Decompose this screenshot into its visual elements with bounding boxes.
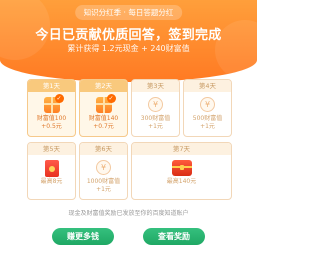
day-card-1[interactable]: 第1天 ✓ 财富值100 +0.5元 [27, 79, 76, 137]
check-icon: ✓ [54, 94, 64, 103]
reward-points: 500财富值 [192, 115, 223, 122]
reward-cash: +0.5元 [41, 122, 62, 130]
reward-summary: 累计获得 1.2元现金 + 240财富值 [67, 44, 190, 53]
day-card-3[interactable]: 第3天 ¥ 300财富值 +1元 [131, 79, 180, 137]
day-label: 第7天 [132, 143, 231, 155]
day-card-2[interactable]: 第2天 ✓ 财富值140 +0.7元 [79, 79, 128, 137]
reward-cash: 最高140元 [166, 178, 197, 185]
reward-points: 1000财富值 [86, 178, 121, 185]
treasure-chest-icon [171, 160, 192, 176]
reward-cash: 最高8元 [40, 178, 63, 185]
day-card-4[interactable]: 第4天 ¥ 500财富值 +1元 [183, 79, 232, 137]
reward-points: 300财富值 [140, 115, 171, 122]
reward-cash: +1元 [200, 122, 215, 130]
day-label: 第1天 [28, 80, 75, 92]
reward-cash: +0.7元 [93, 122, 114, 130]
header-banner: 知识分红季 · 每日答题分红 今日已贡献优质回答，签到完成 累计获得 1.2元现… [0, 0, 257, 82]
view-rewards-button[interactable]: 查看奖励 [143, 228, 205, 245]
day-card-5[interactable]: 第5天 最高8元 [27, 142, 76, 200]
day-label: 第3天 [132, 80, 179, 92]
reward-points: 财富值100 [36, 115, 67, 122]
reward-cash: +1元 [96, 185, 111, 193]
page-title: 今日已贡献优质回答，签到完成 [35, 28, 222, 43]
day-label: 第5天 [28, 143, 75, 155]
event-pill: 知识分红季 · 每日答题分红 [74, 5, 183, 20]
reward-footnote: 现金及财富值奖励已发放至你的百度知道账户 [68, 210, 189, 217]
day-label: 第4天 [184, 80, 231, 92]
answer-more-button[interactable]: 赚更多钱 [52, 228, 114, 245]
check-icon: ✓ [106, 94, 116, 103]
coin-icon: ¥ [200, 97, 215, 112]
day-card-6[interactable]: 第6天 ¥ 1000财富值 +1元 [79, 142, 128, 200]
day-label: 第2天 [80, 80, 127, 92]
coin-icon: ¥ [96, 160, 111, 175]
coin-icon: ¥ [148, 97, 163, 112]
reward-points: 财富值140 [88, 115, 119, 122]
reward-cash: +1元 [148, 122, 163, 130]
day-card-7[interactable]: 第7天 最高140元 [131, 142, 232, 200]
day-label: 第6天 [80, 143, 127, 155]
red-envelope-icon [44, 160, 59, 177]
